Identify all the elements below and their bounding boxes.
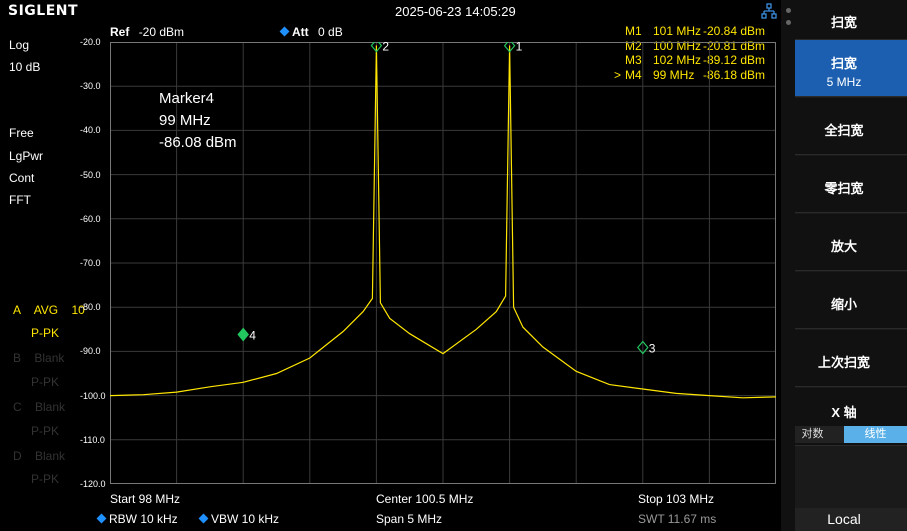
- attenuation[interactable]: Att 0 dB: [279, 25, 343, 39]
- last-span-button[interactable]: 上次扫宽: [781, 330, 907, 387]
- trace-id: B: [13, 351, 22, 365]
- marker-4-diamond: [237, 327, 249, 342]
- active-marker-readout: Marker4 99 MHz -86.08 dBm: [159, 88, 237, 154]
- menu-title: 扫宽: [781, 0, 907, 40]
- local-button[interactable]: Local: [781, 508, 907, 531]
- trace-mode: Blank: [35, 449, 66, 463]
- y-tick-label: -120.0: [80, 479, 106, 489]
- marker-pointer: [611, 24, 625, 39]
- ref-value: -20 dBm: [138, 25, 185, 39]
- diamond-icon: [96, 513, 107, 524]
- y-tick-label: -70.0: [80, 258, 101, 268]
- marker-name: M1: [625, 24, 642, 38]
- trace-mode: Blank: [34, 351, 65, 365]
- marker-level: -20.84 dBm: [703, 24, 766, 38]
- center-freq[interactable]: Center 100.5 MHz: [376, 492, 473, 506]
- trace-a-row[interactable]: A AVG 10: [13, 303, 85, 317]
- span[interactable]: Span 5 MHz: [376, 512, 442, 526]
- marker-1-label: 1: [516, 42, 523, 54]
- marker-freq: 101 MHz: [653, 24, 702, 38]
- att-value: 0 dB: [318, 25, 343, 39]
- trace-d-row[interactable]: D Blank: [13, 449, 65, 463]
- y-tick-label: -30.0: [80, 81, 101, 92]
- brand-logo: SIGLENT: [8, 3, 79, 19]
- y-tick-label: -50.0: [80, 169, 101, 180]
- diamond-icon: [198, 513, 209, 524]
- scale-type: Log: [9, 38, 30, 52]
- top-bar: SIGLENT 2025-06-23 14:05:29: [0, 0, 781, 22]
- att-label: Att: [292, 25, 309, 39]
- marker-row[interactable]: M1 101 MHz -20.84 dBm: [611, 24, 778, 39]
- trace-mode: Blank: [35, 400, 66, 414]
- left-status-panel: Log 10 dB Free LgPwr Cont FFT A AVG 10 P…: [0, 22, 86, 487]
- panel-scroll-dots: [781, 0, 795, 531]
- start-freq[interactable]: Start 98 MHz: [110, 492, 180, 506]
- x-axis-lin-option[interactable]: 线性: [844, 426, 907, 443]
- ref-label: Ref: [110, 25, 130, 39]
- trace-a-detector: P-PK: [31, 326, 60, 340]
- trace-c-row[interactable]: C Blank: [13, 400, 65, 414]
- trace-mode: AVG: [33, 303, 59, 317]
- span-softkey-value: 5 MHz: [826, 75, 862, 89]
- network-icon[interactable]: [761, 3, 777, 19]
- trace-id: A: [13, 303, 21, 317]
- diamond-icon: [279, 26, 290, 37]
- y-tick-label: -80.0: [80, 302, 101, 313]
- marker-3-label: 3: [649, 342, 656, 356]
- x-axis-scale-toggle[interactable]: 对数 线性: [781, 426, 907, 443]
- stop-freq[interactable]: Stop 103 MHz: [638, 492, 714, 506]
- sweep-type: FFT: [9, 193, 31, 207]
- marker-4-label: 4: [249, 329, 256, 343]
- date-time: 2025-06-23 14:05:29: [395, 4, 516, 19]
- y-tick-label: -40.0: [80, 125, 101, 136]
- readout-marker-name: Marker4: [159, 90, 215, 107]
- trace-id: D: [13, 449, 22, 463]
- full-span-button[interactable]: 全扫宽: [781, 98, 907, 155]
- rbw-value: RBW 10 kHz: [109, 512, 178, 526]
- trace-b-row[interactable]: B Blank: [13, 351, 64, 365]
- y-tick-label: -20.0: [80, 37, 101, 47]
- zoom-in-button[interactable]: 放大: [781, 214, 907, 271]
- readout-marker-level: -86.08 dBm: [159, 134, 237, 151]
- y-tick-label: -90.0: [80, 346, 101, 357]
- trace-c-detector: P-PK: [31, 424, 60, 438]
- span-softkey-label: 扫宽: [830, 56, 857, 71]
- y-tick-label: -110.0: [80, 434, 105, 445]
- detector-type: LgPwr: [9, 149, 44, 163]
- marker-2-label: 2: [382, 42, 389, 54]
- ref-level[interactable]: Ref -20 dBm: [110, 25, 184, 39]
- trace-d-detector: P-PK: [31, 472, 60, 486]
- sweep-time[interactable]: SWT 11.67 ms: [638, 512, 716, 526]
- readout-marker-freq: 99 MHz: [159, 112, 211, 129]
- softkey-panel: 扫宽 扫宽 5 MHz 全扫宽 零扫宽 放大 缩小 上次扫宽 X 轴 对数 线性…: [781, 0, 907, 531]
- span-softkey[interactable]: 扫宽 5 MHz: [781, 40, 907, 97]
- trace-b-detector: P-PK: [31, 375, 60, 389]
- zero-span-button[interactable]: 零扫宽: [781, 156, 907, 213]
- y-tick-label: -100.0: [80, 390, 106, 401]
- trigger-mode: Cont: [9, 171, 35, 185]
- rbw[interactable]: RBW 10 kHz: [96, 512, 178, 526]
- vbw-value: VBW 10 kHz: [211, 512, 280, 526]
- y-tick-label: -60.0: [80, 213, 101, 224]
- zoom-out-button[interactable]: 缩小: [781, 272, 907, 329]
- scale-division: 10 dB: [9, 60, 41, 74]
- vbw[interactable]: VBW 10 kHz: [198, 512, 280, 526]
- trace-id: C: [13, 400, 22, 414]
- x-axis-label: X 轴: [831, 405, 857, 420]
- sweep-mode: Free: [9, 126, 34, 140]
